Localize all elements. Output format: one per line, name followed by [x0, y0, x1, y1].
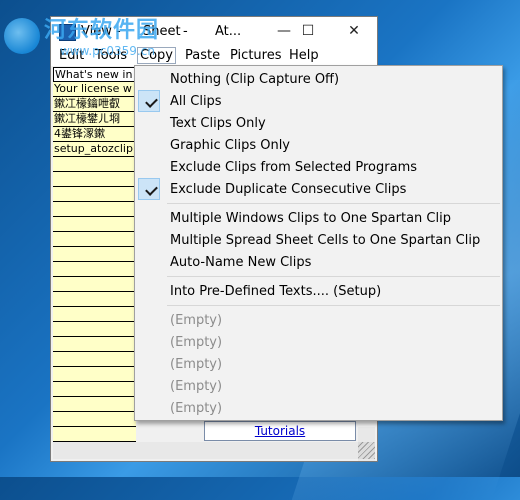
tutorials-link[interactable]: Tutorials: [255, 424, 305, 438]
menu-item-multi-cells[interactable]: Multiple Spread Sheet Cells to One Spart…: [135, 229, 502, 251]
menu-item-label: Graphic Clips Only: [170, 138, 291, 153]
menu-item-label: Nothing (Clip Capture Off): [170, 72, 340, 87]
menu-item-auto-name[interactable]: Auto-Name New Clips: [135, 251, 502, 273]
menu-item-multi-windows[interactable]: Multiple Windows Clips to One Spartan Cl…: [135, 207, 502, 229]
menu-item-exclude-duplicates[interactable]: Exclude Duplicate Consecutive Clips: [135, 178, 502, 200]
menu-item-empty: (Empty): [135, 309, 502, 331]
watermark-url: www.pc0359.cn: [60, 44, 155, 58]
sheet-row[interactable]: [53, 397, 136, 412]
menu-separator: [167, 276, 500, 277]
sheet-row[interactable]: [53, 277, 136, 292]
sheet-row[interactable]: What's new in: [53, 67, 136, 82]
sheet-row[interactable]: [53, 202, 136, 217]
sheet-row[interactable]: [53, 307, 136, 322]
menu-pictures[interactable]: Pictures: [228, 48, 283, 63]
horizontal-scrollbar[interactable]: [53, 442, 375, 459]
menu-paste[interactable]: Paste: [183, 48, 222, 63]
menu-item-label: Auto-Name New Clips: [170, 255, 312, 270]
watermark-text: 河东软件园: [44, 18, 160, 43]
sheet-row[interactable]: [53, 172, 136, 187]
menu-item-empty: (Empty): [135, 353, 502, 375]
clip-list-sheet[interactable]: What's new in Your license w 鏉冮檺鑰呭叡 鏉冮檺鐢ㄦ埛 4…: [53, 67, 136, 442]
menu-item-label: (Empty): [170, 357, 223, 372]
menu-item-label: Text Clips Only: [170, 116, 266, 131]
menu-item-label: (Empty): [170, 379, 223, 394]
title-app: At...: [215, 24, 242, 39]
sheet-row[interactable]: Your license w: [53, 82, 136, 97]
check-icon: [138, 90, 160, 112]
menu-item-label: (Empty): [170, 335, 223, 350]
watermark-logo-icon: [4, 18, 40, 54]
sheet-row[interactable]: [53, 247, 136, 262]
menu-help[interactable]: Help: [287, 48, 321, 63]
sheet-row[interactable]: [53, 187, 136, 202]
sheet-row[interactable]: [53, 382, 136, 397]
check-icon: [138, 178, 160, 200]
menu-separator: [167, 203, 500, 204]
menu-item-all-clips[interactable]: All Clips: [135, 90, 502, 112]
sheet-row[interactable]: [53, 322, 136, 337]
maximize-button[interactable]: ☐: [285, 17, 331, 46]
menu-item-label: Multiple Windows Clips to One Spartan Cl…: [170, 211, 451, 226]
menu-separator: [167, 305, 500, 306]
menu-item-label: All Clips: [170, 94, 222, 109]
sheet-row[interactable]: [53, 412, 136, 427]
sheet-row[interactable]: setup_atozclip: [53, 142, 136, 157]
menu-item-label: (Empty): [170, 401, 223, 416]
sheet-row[interactable]: [53, 262, 136, 277]
menu-item-label: Exclude Duplicate Consecutive Clips: [170, 182, 407, 197]
menu-item-graphic-clips[interactable]: Graphic Clips Only: [135, 134, 502, 156]
menu-item-empty: (Empty): [135, 375, 502, 397]
menu-item-label: Into Pre-Defined Texts.... (Setup): [170, 284, 382, 299]
menu-item-exclude-programs[interactable]: Exclude Clips from Selected Programs: [135, 156, 502, 178]
sheet-row[interactable]: 鏉冮檺鐢ㄦ埛: [53, 112, 136, 127]
sheet-row[interactable]: 4鍙锋潈鏉: [53, 127, 136, 142]
resize-grip-icon[interactable]: [358, 442, 375, 459]
menu-item-predefined-texts[interactable]: Into Pre-Defined Texts.... (Setup): [135, 280, 502, 302]
sheet-row[interactable]: 鏉冮檺鑰呭叡: [53, 97, 136, 112]
menu-item-label: Exclude Clips from Selected Programs: [170, 160, 418, 175]
copy-menu-dropdown: Nothing (Clip Capture Off) All Clips Text …: [134, 65, 503, 421]
sheet-row[interactable]: [53, 352, 136, 367]
sheet-row[interactable]: [53, 232, 136, 247]
sheet-row[interactable]: [53, 337, 136, 352]
title-dash: -: [183, 24, 188, 39]
menu-item-nothing[interactable]: Nothing (Clip Capture Off): [135, 68, 502, 90]
menu-item-text-clips[interactable]: Text Clips Only: [135, 112, 502, 134]
sheet-row[interactable]: [53, 367, 136, 382]
sheet-row[interactable]: [53, 292, 136, 307]
menu-item-empty: (Empty): [135, 331, 502, 353]
menu-item-empty: (Empty): [135, 397, 502, 419]
close-button[interactable]: ✕: [331, 17, 377, 46]
menu-item-label: (Empty): [170, 313, 223, 328]
menu-item-label: Multiple Spread Sheet Cells to One Spart…: [170, 233, 481, 248]
sheet-row[interactable]: [53, 157, 136, 172]
tutorials-panel: Tutorials: [204, 421, 356, 441]
sheet-row[interactable]: [53, 217, 136, 232]
sheet-row[interactable]: [53, 427, 136, 442]
